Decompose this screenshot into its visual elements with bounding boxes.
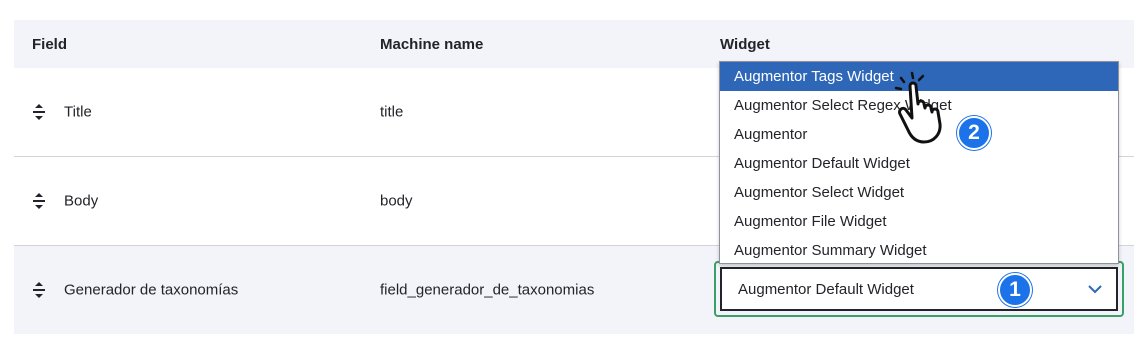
widget-select[interactable]: Augmentor Default Widget <box>720 267 1118 311</box>
drag-handle-icon[interactable] <box>32 193 46 209</box>
field-label: Generador de taxonomías <box>64 281 239 299</box>
dropdown-option[interactable]: Augmentor Select Widget <box>720 178 1118 207</box>
field-label: Title <box>64 103 92 121</box>
dropdown-option[interactable]: Augmentor File Widget <box>720 207 1118 236</box>
header-field: Field <box>32 35 68 53</box>
dropdown-option[interactable]: Augmentor Summary Widget <box>720 236 1118 265</box>
machine-name: body <box>380 192 413 210</box>
header-widget: Widget <box>720 35 770 53</box>
hand-pointer-icon <box>894 71 942 144</box>
drag-handle-icon[interactable] <box>32 282 46 298</box>
header-machine-name: Machine name <box>380 35 484 53</box>
machine-name: title <box>380 103 404 121</box>
field-label: Body <box>64 192 99 210</box>
drag-handle-icon[interactable] <box>32 104 46 120</box>
chevron-down-icon <box>1088 285 1102 294</box>
step-badge-2: 2 <box>957 116 991 150</box>
widget-select-value: Augmentor Default Widget <box>738 280 914 298</box>
machine-name: field_generador_de_taxonomias <box>380 281 595 299</box>
step-badge-1: 1 <box>998 273 1032 307</box>
dropdown-option[interactable]: Augmentor Default Widget <box>720 149 1118 178</box>
widget-select-focus-ring: Augmentor Default Widget <box>714 261 1124 317</box>
